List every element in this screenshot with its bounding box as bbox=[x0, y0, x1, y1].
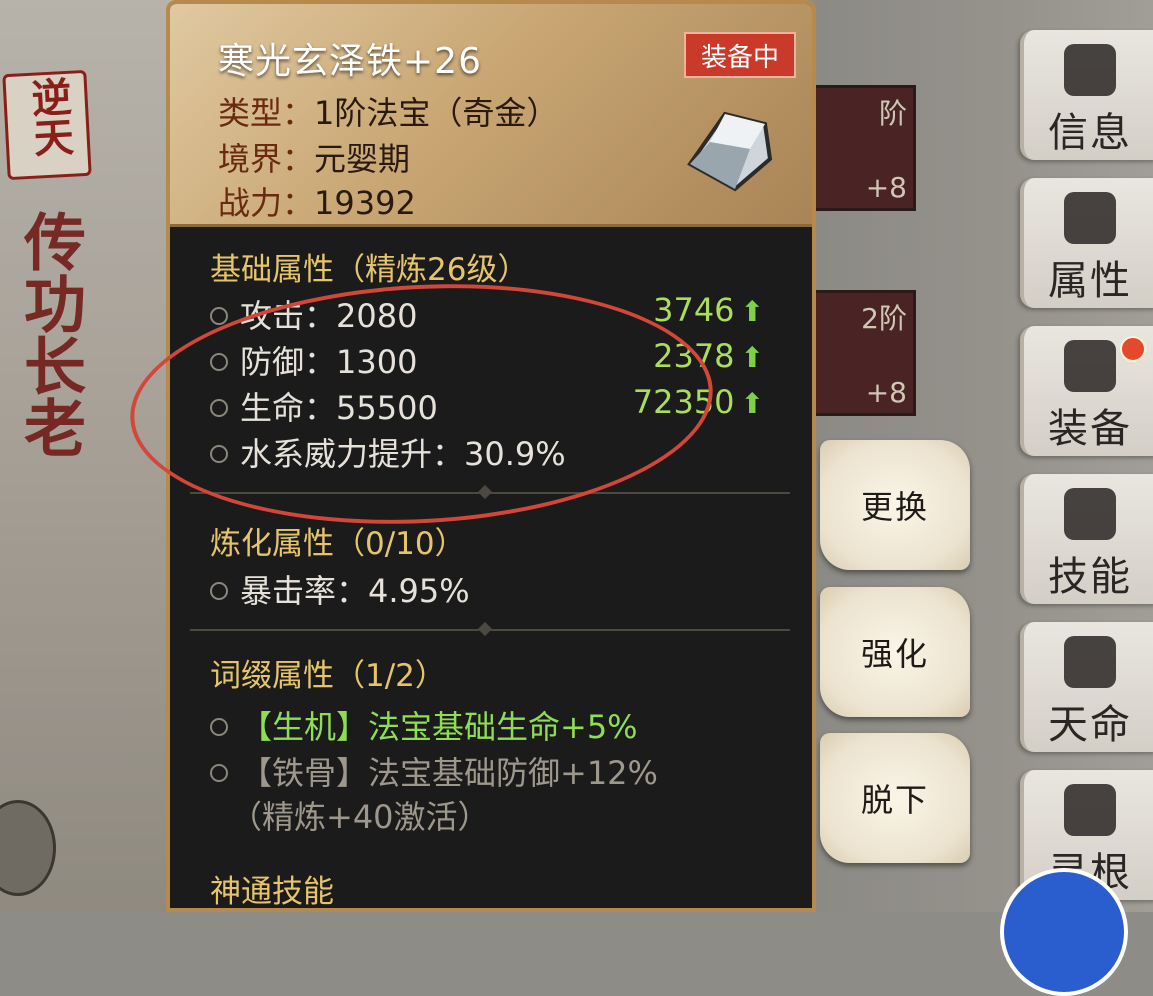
equip-slot-2[interactable]: 2阶 +8 bbox=[810, 290, 916, 416]
replace-button[interactable]: 更换 bbox=[820, 440, 970, 570]
item-name: 寒光玄泽铁+26 bbox=[218, 41, 482, 82]
armor-icon bbox=[1064, 340, 1116, 392]
arrow-up-icon: ⬆ bbox=[740, 341, 764, 374]
bullet-icon bbox=[210, 307, 228, 325]
notification-dot bbox=[1120, 336, 1146, 362]
attr-row-crit-rate: 暴击率：4.95% bbox=[210, 566, 790, 610]
master-name-art: 传功长老 bbox=[13, 210, 86, 458]
arrow-up-icon: ⬆ bbox=[740, 295, 764, 328]
section-divider bbox=[190, 492, 790, 494]
bullet-icon bbox=[210, 399, 228, 417]
bullet-icon bbox=[210, 445, 228, 463]
bullet-icon bbox=[210, 582, 228, 600]
base-attributes-title: 基础属性（精炼26级） bbox=[210, 252, 529, 288]
character-icon bbox=[1064, 192, 1116, 244]
arrow-up-icon: ⬆ bbox=[740, 387, 764, 420]
tab-destiny[interactable]: 天命 bbox=[1020, 622, 1153, 752]
unequip-button[interactable]: 脱下 bbox=[820, 733, 970, 863]
item-header: 寒光玄泽铁+26 装备中 类型：1阶法宝（奇金） 境界：元婴期 战力：19392 bbox=[170, 4, 812, 227]
equip-slot-1[interactable]: 阶 +8 bbox=[810, 85, 916, 211]
iron-ingot-icon bbox=[687, 111, 773, 192]
scroll-icon bbox=[1064, 44, 1116, 96]
item-power-row: 战力：19392 bbox=[218, 184, 416, 222]
seal-stamp: 逆天 bbox=[2, 69, 92, 181]
floating-action-button[interactable] bbox=[1000, 868, 1128, 996]
affix-row-vitality: 【生机】法宝基础生命+5% bbox=[210, 702, 790, 746]
meditation-icon bbox=[1064, 636, 1116, 688]
enhance-button[interactable]: 强化 bbox=[820, 587, 970, 717]
bullet-icon bbox=[210, 764, 228, 782]
affix-attributes-title: 词缀属性（1/2） bbox=[210, 658, 446, 694]
book-icon bbox=[1064, 488, 1116, 540]
attr-row-health: 生命：55500 72350 ⬆ bbox=[210, 383, 790, 427]
bullet-icon bbox=[210, 353, 228, 371]
item-tooltip-panel: 寒光玄泽铁+26 装备中 类型：1阶法宝（奇金） 境界：元婴期 战力：19392… bbox=[166, 0, 816, 912]
item-realm-row: 境界：元婴期 bbox=[218, 140, 411, 178]
section-divider bbox=[190, 629, 790, 631]
tab-attributes[interactable]: 属性 bbox=[1020, 178, 1153, 308]
attr-row-attack: 攻击：2080 3746 ⬆ bbox=[210, 291, 790, 335]
tab-info[interactable]: 信息 bbox=[1020, 30, 1153, 160]
affix-row-iron-bone: 【铁骨】法宝基础防御+12% bbox=[210, 748, 790, 792]
tab-skills[interactable]: 技能 bbox=[1020, 474, 1153, 604]
attr-row-water-power: 水系威力提升：30.9% bbox=[210, 429, 790, 473]
skills-section-title-partial: 神通技能 bbox=[210, 874, 334, 910]
spirit-root-icon bbox=[1064, 784, 1116, 836]
refine-attributes-title: 炼化属性（0/10） bbox=[210, 526, 466, 562]
affix-locked-note: （精炼+40激活） bbox=[230, 798, 490, 836]
equipped-badge: 装备中 bbox=[684, 32, 796, 78]
item-type-row: 类型：1阶法宝（奇金） bbox=[218, 94, 559, 132]
attr-row-defense: 防御：1300 2378 ⬆ bbox=[210, 337, 790, 381]
bullet-icon bbox=[210, 718, 228, 736]
